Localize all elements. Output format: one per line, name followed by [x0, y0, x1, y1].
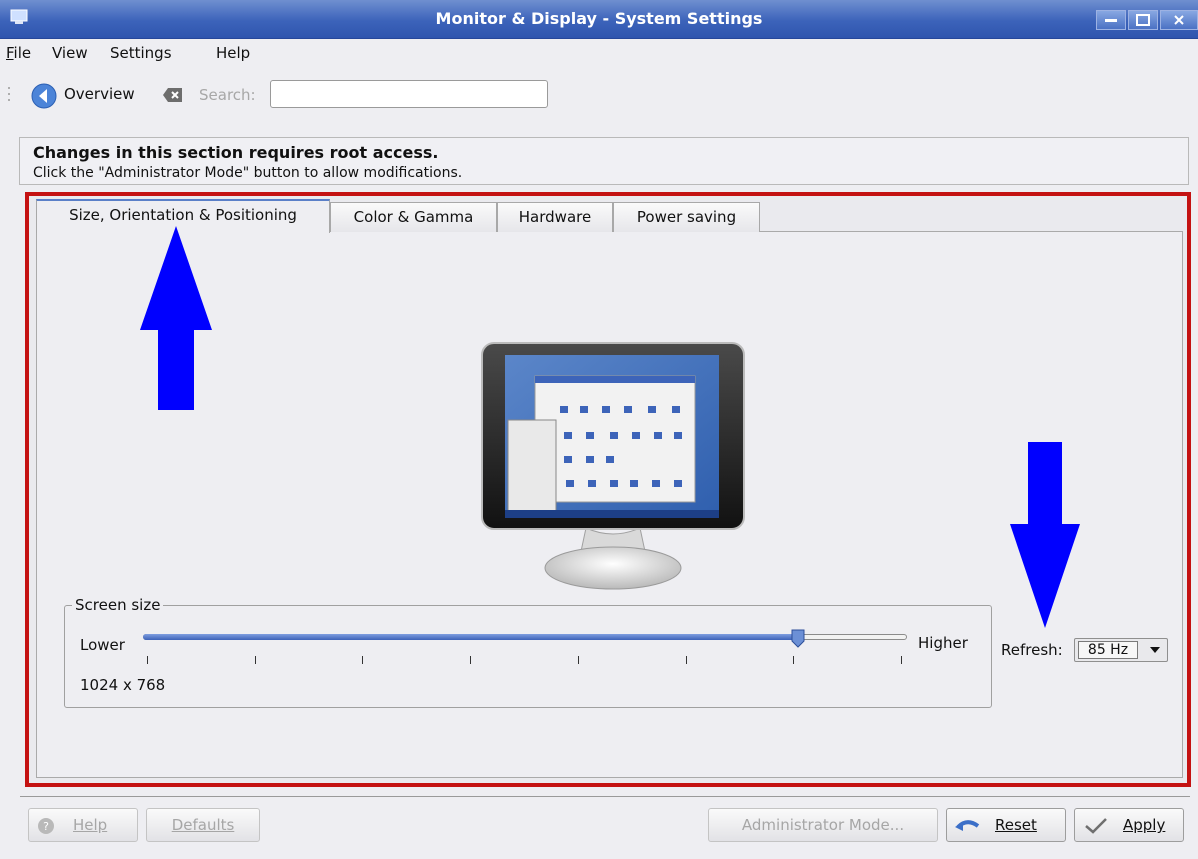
refresh-label: Refresh: — [1001, 641, 1063, 659]
refresh-rate-value: 85 Hz — [1078, 641, 1138, 659]
tab-label: Size, Orientation & Positioning — [69, 206, 297, 224]
annotation-arrow-down — [1010, 442, 1080, 628]
minimize-icon — [1105, 19, 1117, 22]
screen-size-group-title: Screen size — [72, 596, 164, 614]
info-heading: Changes in this section requires root ac… — [33, 143, 439, 162]
apply-button-label: Apply — [1123, 816, 1166, 834]
slider-tick — [793, 656, 794, 664]
tab-label: Color & Gamma — [353, 208, 474, 226]
svg-text:?: ? — [43, 820, 49, 833]
tab-power-saving[interactable]: Power saving — [613, 202, 760, 232]
annotation-arrow-up — [140, 226, 212, 410]
search-label: Search: — [199, 86, 256, 104]
monitor-preview-image — [481, 342, 745, 590]
clear-search-icon[interactable] — [162, 86, 184, 104]
checkmark-icon — [1085, 818, 1107, 834]
defaults-button[interactable]: Defaults — [146, 808, 260, 842]
title-bar[interactable]: Monitor & Display - System Settings — [0, 0, 1198, 39]
slider-tick — [255, 656, 256, 664]
help-button[interactable]: ? Help — [28, 808, 138, 842]
administrator-mode-label: Administrator Mode... — [741, 816, 905, 834]
window-title: Monitor & Display - System Settings — [435, 9, 763, 28]
minimize-button[interactable] — [1096, 10, 1126, 30]
close-icon — [1174, 15, 1184, 25]
maximize-button[interactable] — [1128, 10, 1158, 30]
slider-tick — [147, 656, 148, 664]
maximize-icon — [1136, 14, 1150, 26]
resolution-value: 1024 x 768 — [80, 676, 166, 694]
slider-tick — [686, 656, 687, 664]
slider-tick — [470, 656, 471, 664]
screen-size-slider-fill — [143, 634, 798, 640]
reset-button[interactable]: Reset — [946, 808, 1066, 842]
slider-higher-label: Higher — [918, 634, 968, 652]
bottom-separator — [20, 796, 1190, 797]
reset-button-label: Reset — [995, 816, 1037, 834]
root-access-info-panel: Changes in this section requires root ac… — [19, 137, 1189, 185]
screen-size-group — [64, 605, 992, 708]
reset-icon — [955, 820, 980, 831]
overview-button[interactable]: Overview — [30, 80, 146, 110]
tab-hardware[interactable]: Hardware — [497, 202, 613, 232]
administrator-mode-button[interactable]: Administrator Mode... — [708, 808, 938, 842]
defaults-button-label: Defaults — [171, 816, 235, 834]
chevron-down-icon — [1150, 647, 1160, 653]
toolbar-handle[interactable] — [6, 84, 12, 104]
help-button-label: Help — [73, 816, 108, 834]
slider-tick — [901, 656, 902, 664]
menu-file[interactable]: File — [6, 44, 31, 62]
slider-lower-label: Lower — [80, 636, 125, 654]
settings-window: Monitor & Display - System Settings File… — [0, 0, 1198, 859]
apply-button[interactable]: Apply — [1074, 808, 1184, 842]
back-arrow-icon — [31, 83, 57, 109]
menu-settings[interactable]: Settings — [110, 44, 172, 62]
tab-color-gamma[interactable]: Color & Gamma — [330, 202, 497, 232]
menu-view[interactable]: View — [52, 44, 88, 62]
overview-label: Overview — [64, 85, 135, 103]
menu-help[interactable]: Help — [216, 44, 250, 62]
tab-label: Power saving — [636, 208, 737, 226]
slider-tick — [362, 656, 363, 664]
tab-label: Hardware — [518, 208, 592, 226]
search-input[interactable] — [270, 80, 548, 108]
help-icon: ? — [38, 818, 54, 834]
screen-size-slider-handle[interactable] — [790, 628, 806, 648]
info-text: Click the "Administrator Mode" button to… — [33, 165, 463, 181]
close-button[interactable] — [1160, 10, 1198, 30]
slider-tick — [578, 656, 579, 664]
